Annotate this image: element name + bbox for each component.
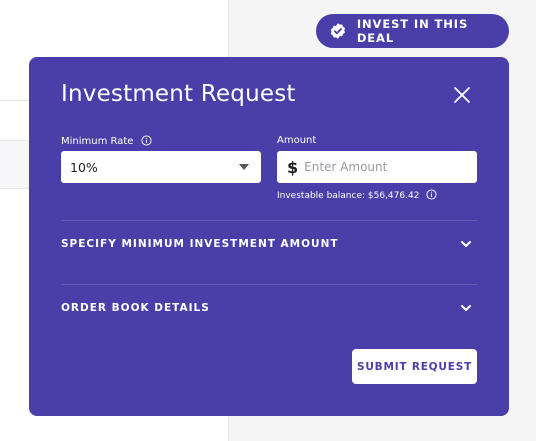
investment-request-modal: Investment Request Minimum Rate 10% Amou…: [29, 57, 509, 416]
section-divider: [61, 220, 477, 221]
invest-in-deal-button[interactable]: INVEST IN THIS DEAL: [316, 14, 509, 48]
close-icon[interactable]: [452, 85, 472, 105]
caret-down-icon: [239, 164, 249, 170]
minimum-rate-label: Minimum Rate: [61, 136, 134, 147]
amount-field[interactable]: $: [277, 151, 477, 183]
order-book-details-accordion[interactable]: ORDER BOOK DETAILS: [61, 293, 477, 323]
chevron-down-icon: [461, 305, 471, 311]
accordion-label: ORDER BOOK DETAILS: [61, 302, 210, 314]
invest-in-deal-label: INVEST IN THIS DEAL: [356, 17, 469, 45]
specify-minimum-investment-accordion[interactable]: SPECIFY MINIMUM INVESTMENT AMOUNT: [61, 229, 477, 259]
submit-request-button[interactable]: SUBMIT REQUEST: [352, 349, 477, 384]
verified-badge-icon: [330, 23, 345, 39]
info-icon[interactable]: [426, 189, 437, 200]
currency-symbol: $: [287, 157, 299, 177]
amount-input[interactable]: [304, 160, 465, 174]
modal-title: Investment Request: [61, 81, 296, 107]
accordion-label: SPECIFY MINIMUM INVESTMENT AMOUNT: [61, 238, 339, 250]
amount-label: Amount: [277, 135, 317, 146]
minimum-rate-select[interactable]: 10%: [61, 151, 261, 183]
chevron-down-icon: [461, 241, 471, 247]
minimum-rate-label-row: Minimum Rate: [61, 135, 152, 147]
info-icon[interactable]: [141, 135, 152, 146]
minimum-rate-value: 10%: [70, 159, 98, 175]
investable-balance-row: Investable balance: $56,476.42: [277, 189, 437, 201]
investable-balance-text: Investable balance: $56,476.42: [277, 191, 420, 201]
section-divider: [61, 284, 477, 285]
